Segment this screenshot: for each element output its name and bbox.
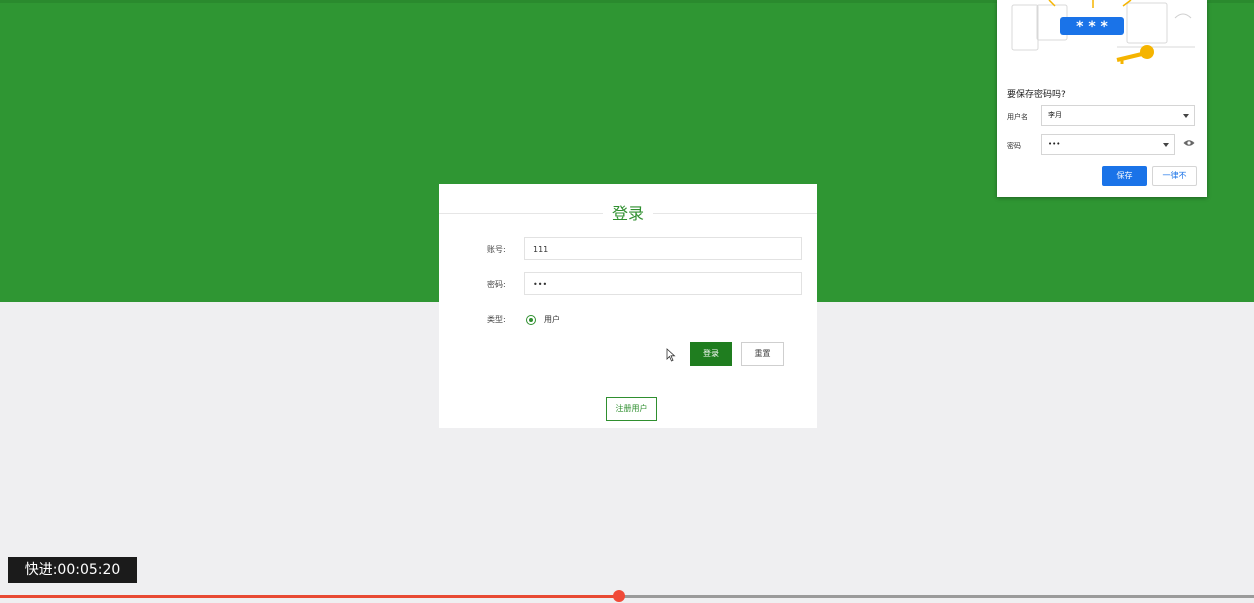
reset-button[interactable]: 重置	[741, 342, 784, 366]
progress-fill	[0, 595, 619, 598]
password-input[interactable]: •••	[524, 272, 802, 295]
save-password-question: 要保存密码吗?	[1007, 90, 1066, 100]
login-title: 登录	[603, 202, 653, 226]
type-label: 类型:	[487, 315, 506, 324]
save-password-popup: * * * 要保存密码吗? 用户名 李月 密码 ••• 保存 一律不	[997, 0, 1207, 197]
username-select[interactable]: 李月	[1041, 105, 1195, 126]
chevron-down-icon	[1183, 114, 1189, 118]
username-value: 李月	[1048, 111, 1062, 119]
user-radio-label[interactable]: 用户	[544, 314, 560, 325]
illustration-password-text: * * *	[1076, 19, 1108, 35]
mouse-cursor-icon	[666, 348, 676, 362]
account-label: 账号:	[487, 245, 506, 254]
password-label: 密码:	[487, 280, 506, 289]
register-button[interactable]: 注册用户	[606, 397, 657, 421]
password-select[interactable]: •••	[1041, 134, 1175, 155]
account-input[interactable]: 111	[524, 237, 802, 260]
never-button[interactable]: 一律不	[1152, 166, 1197, 186]
popup-username-label: 用户名	[1007, 113, 1028, 121]
save-button[interactable]: 保存	[1102, 166, 1147, 186]
user-radio[interactable]	[526, 315, 536, 325]
password-illustration-icon	[1011, 0, 1195, 64]
chevron-down-icon	[1163, 143, 1169, 147]
popup-password-value: •••	[1048, 140, 1061, 148]
eye-icon[interactable]	[1183, 139, 1195, 147]
fast-forward-label: 快进:00:05:20	[8, 557, 137, 583]
login-button[interactable]: 登录	[690, 342, 732, 366]
progress-knob[interactable]	[613, 590, 625, 602]
popup-password-label: 密码	[1007, 142, 1021, 150]
progress-bar[interactable]	[0, 595, 1254, 598]
login-card: 登录 账号: 111 密码: ••• 类型: 用户 登录 重置 注册用户	[439, 184, 817, 428]
